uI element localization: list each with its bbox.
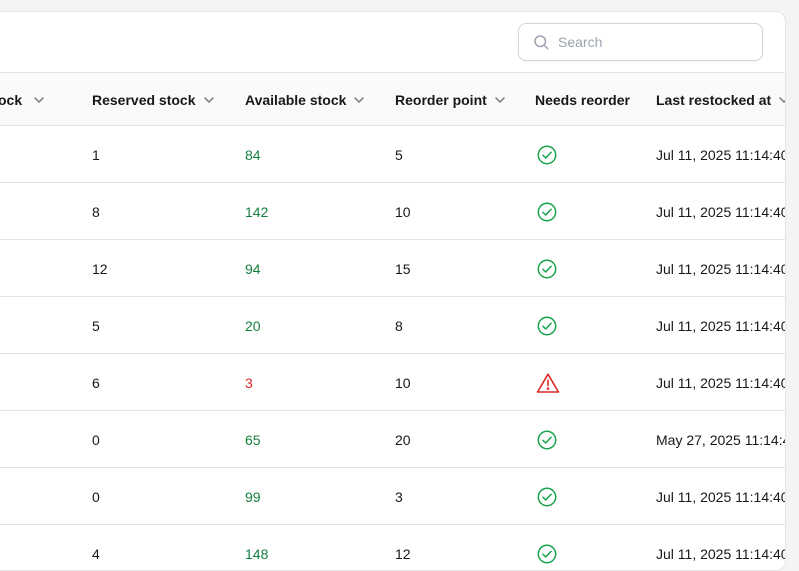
cell-reserved-stock: 0	[92, 488, 100, 505]
check-circle-icon	[536, 144, 558, 166]
table-toolbar	[0, 12, 785, 73]
check-circle-icon	[536, 486, 558, 508]
column-header-reserved-stock[interactable]: Reserved stock	[92, 73, 215, 126]
inventory-table: t stock Reserved stock Available stock R…	[0, 73, 786, 570]
table-row[interactable]: 8 142 10 Jul 11, 2025 11:14:40	[0, 183, 785, 240]
cell-last-restocked: Jul 11, 2025 11:14:40	[656, 545, 786, 562]
cell-needs-reorder	[536, 240, 558, 297]
column-header-current-stock[interactable]: t stock	[0, 73, 45, 126]
cell-available-stock: 65	[245, 431, 261, 448]
table-row[interactable]: 4 148 12 Jul 11, 2025 11:14:40	[0, 525, 786, 570]
table-row[interactable]: 6 3 10 Jul 11, 2025 11:14:40	[0, 354, 785, 411]
table-row[interactable]: 1 84 5 Jul 11, 2025 11:14:40	[0, 126, 785, 183]
column-header-label: Needs reorder	[535, 91, 630, 108]
cell-needs-reorder	[536, 126, 558, 183]
column-header-reorder-point[interactable]: Reorder point	[395, 73, 506, 126]
column-header-label: Reorder point	[395, 91, 487, 108]
cell-reorder-point: 12	[395, 545, 411, 562]
cell-needs-reorder	[536, 525, 558, 570]
cell-needs-reorder	[536, 183, 558, 240]
inventory-table-card: t stock Reserved stock Available stock R…	[0, 11, 786, 571]
cell-available-stock: 94	[245, 260, 261, 277]
column-header-available-stock[interactable]: Available stock	[245, 73, 365, 126]
chevron-down-icon	[494, 94, 506, 106]
cell-reorder-point: 3	[395, 488, 403, 505]
cell-reorder-point: 8	[395, 317, 403, 334]
check-circle-icon	[536, 258, 558, 280]
cell-reorder-point: 10	[395, 374, 411, 391]
cell-last-restocked: Jul 11, 2025 11:14:40	[656, 146, 786, 163]
cell-reserved-stock: 8	[92, 203, 100, 220]
chevron-down-icon	[778, 94, 785, 106]
column-header-label: Reserved stock	[92, 91, 196, 108]
cell-reserved-stock: 4	[92, 545, 100, 562]
column-header-label: t stock	[0, 91, 23, 108]
cell-needs-reorder	[536, 297, 558, 354]
cell-available-stock: 20	[245, 317, 261, 334]
table-row[interactable]: 5 20 8 Jul 11, 2025 11:14:40	[0, 297, 785, 354]
cell-reserved-stock: 1	[92, 146, 100, 163]
table-row[interactable]: 0 99 3 Jul 11, 2025 11:14:40	[0, 468, 785, 525]
cell-reserved-stock: 6	[92, 374, 100, 391]
table-header-row: t stock Reserved stock Available stock R…	[0, 73, 785, 126]
table-body: 1 84 5 Jul 11, 2025 11:14:40 8 142 10 Jul 11, 2…	[0, 126, 786, 570]
cell-reserved-stock: 5	[92, 317, 100, 334]
cell-reorder-point: 15	[395, 260, 411, 277]
chevron-down-icon	[33, 94, 45, 106]
column-header-needs-reorder[interactable]: Needs reorder	[535, 73, 630, 126]
check-circle-icon	[536, 315, 558, 337]
cell-needs-reorder	[536, 354, 560, 411]
cell-available-stock: 84	[245, 146, 261, 163]
check-circle-icon	[536, 429, 558, 451]
column-header-label: Last restocked at	[656, 91, 772, 108]
cell-last-restocked: Jul 11, 2025 11:14:40	[656, 203, 786, 220]
cell-last-restocked: Jul 11, 2025 11:14:40	[656, 317, 786, 334]
cell-available-stock: 142	[245, 203, 269, 220]
chevron-down-icon	[353, 94, 365, 106]
cell-needs-reorder	[536, 411, 558, 468]
cell-last-restocked: Jul 11, 2025 11:14:40	[656, 374, 786, 391]
check-circle-icon	[536, 201, 558, 223]
column-header-last-restocked[interactable]: Last restocked at	[656, 73, 785, 126]
table-row[interactable]: 12 94 15 Jul 11, 2025 11:14:40	[0, 240, 785, 297]
cell-reorder-point: 5	[395, 146, 403, 163]
search-icon	[534, 35, 549, 50]
cell-reorder-point: 10	[395, 203, 411, 220]
cell-last-restocked: Jul 11, 2025 11:14:40	[656, 488, 786, 505]
cell-available-stock: 3	[245, 374, 253, 391]
cell-available-stock: 148	[245, 545, 269, 562]
table-row[interactable]: 0 65 20 May 27, 2025 11:14:4	[0, 411, 785, 468]
chevron-down-icon	[203, 94, 215, 106]
cell-needs-reorder	[536, 468, 558, 525]
column-header-label: Available stock	[245, 91, 347, 108]
cell-last-restocked: Jul 11, 2025 11:14:40	[656, 260, 786, 277]
search-box[interactable]	[518, 23, 763, 61]
cell-available-stock: 99	[245, 488, 261, 505]
search-input[interactable]	[558, 34, 748, 50]
check-circle-icon	[536, 543, 558, 565]
cell-reserved-stock: 12	[92, 260, 108, 277]
cell-reserved-stock: 0	[92, 431, 100, 448]
cell-reorder-point: 20	[395, 431, 411, 448]
warning-triangle-icon	[536, 372, 560, 394]
cell-last-restocked: May 27, 2025 11:14:4	[656, 431, 786, 448]
